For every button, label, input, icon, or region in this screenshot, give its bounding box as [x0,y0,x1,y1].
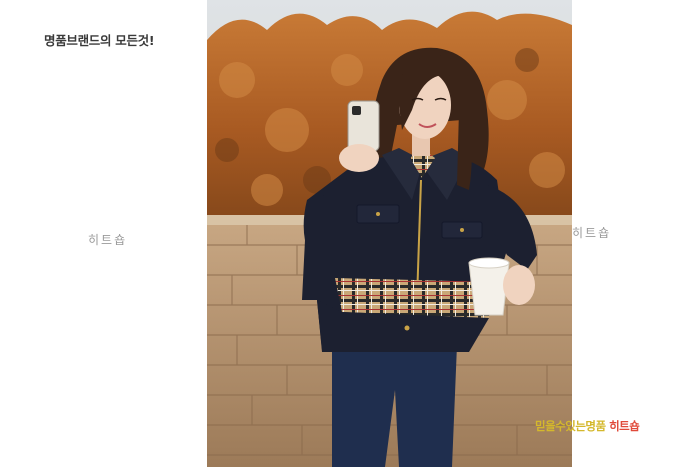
product-page: 명품브랜드의 모든것! 히트숍 히트숍 믿을수있는명품 히트숍 [0,0,700,467]
slogan-trust: 믿을수있는명품 [535,419,606,433]
product-photo [207,0,572,467]
brand-tagline: 명품브랜드의 모든것! [44,33,155,48]
watermark-right: 히트숍 [572,226,612,240]
slogan-shop-name: 히트숍 [609,419,640,433]
watermark-left: 히트숍 [88,233,128,247]
shop-slogan: 믿을수있는명품 히트숍 [535,418,640,434]
